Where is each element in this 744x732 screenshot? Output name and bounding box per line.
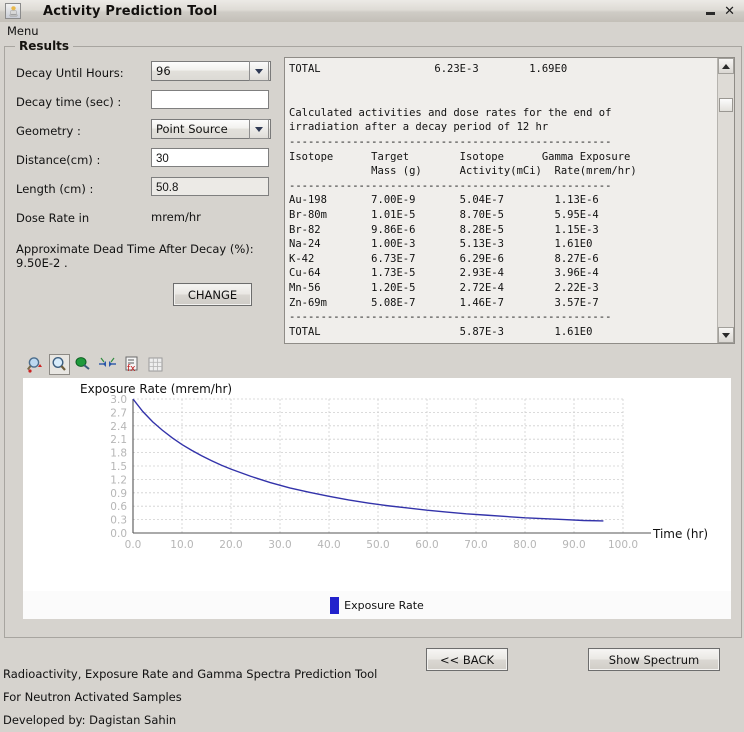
chevron-down-icon[interactable]	[249, 61, 269, 81]
field-label: Decay time (sec) :	[16, 95, 122, 109]
footer-line-1: Radioactivity, Exposure Rate and Gamma S…	[3, 667, 378, 681]
chart-canvas[interactable]: 0.00.30.60.91.21.51.82.12.42.73.00.0 10.0…	[23, 378, 731, 591]
window-controls: ✕	[706, 5, 744, 18]
decay-until-hours-value: 96	[156, 64, 171, 78]
x-axis-tick-label: 100.0	[608, 539, 638, 551]
window-title: Activity Prediction Tool	[43, 3, 218, 19]
footer-line-2: For Neutron Activated Samples	[3, 690, 182, 704]
java-cup-glyph	[9, 6, 18, 17]
length-input[interactable]	[151, 177, 269, 196]
change-button[interactable]: CHANGE	[173, 283, 252, 306]
field-label: Distance(cm) :	[16, 153, 101, 167]
y-axis-tick-label: 1.2	[110, 474, 127, 486]
x-axis-title: Time (hr)	[652, 527, 708, 541]
y-axis-tick-label: 0.6	[110, 501, 127, 513]
fit-width-icon[interactable]	[97, 354, 118, 375]
field-label: Decay Until Hours:	[16, 66, 124, 80]
legend-label-exposure-rate: Exposure Rate	[344, 598, 424, 612]
x-axis-tick-label: 70.0	[464, 539, 487, 551]
results-scrollbar[interactable]	[717, 58, 734, 343]
close-button[interactable]: ✕	[724, 5, 735, 18]
results-textarea-container: TOTAL 6.23E-3 1.69E0 Calculated activiti…	[284, 57, 735, 344]
x-axis-tick-label: 40.0	[317, 539, 340, 551]
field-label: Geometry :	[16, 124, 81, 138]
decay-until-hours-combo[interactable]: 96	[151, 61, 271, 81]
scroll-up-arrow-icon[interactable]	[718, 58, 734, 74]
minimize-button[interactable]	[706, 12, 716, 15]
field-dose-rate-unit: Dose Rate in mrem/hr	[13, 206, 277, 235]
exposure-rate-chart[interactable]: 0.0 0.3 0.6 0.9 1.2 1.5 1.8 2.1 2.4 2.7 3.0 0.0 10.0…	[23, 378, 731, 591]
dose-rate-label: Dose Rate in	[16, 211, 90, 225]
decay-time-input[interactable]	[151, 90, 269, 109]
grid-table-icon[interactable]	[145, 354, 166, 375]
field-decay-until-hours: Decay Until Hours: 96	[13, 61, 277, 90]
geometry-value: Point Source	[156, 122, 228, 136]
menu-bar: Menu	[0, 22, 744, 40]
y-axis-tick-label: 1.5	[110, 461, 127, 473]
pan-hand-icon[interactable]	[73, 354, 94, 375]
dose-rate-unit-value: mrem/hr	[151, 210, 201, 224]
results-textarea[interactable]: TOTAL 6.23E-3 1.69E0 Calculated activiti…	[285, 58, 717, 343]
chart-series-line	[132, 398, 604, 522]
distance-input[interactable]	[151, 148, 269, 167]
field-distance: Distance(cm) :	[13, 148, 277, 177]
x-axis-tick-label: 0.0	[125, 539, 142, 551]
results-panel-legend: Results	[15, 39, 74, 53]
chart-legend: Exposure Rate	[23, 591, 731, 619]
x-axis-tick-label: 30.0	[268, 539, 291, 551]
x-axis-tick-label: 20.0	[219, 539, 242, 551]
scrollbar-thumb[interactable]	[719, 98, 733, 112]
x-axis-tick-label: 10.0	[170, 539, 193, 551]
app-window: Activity Prediction Tool ✕ Menu Results …	[0, 0, 744, 732]
footer-line-3: Developed by: Dagistan Sahin	[3, 713, 177, 727]
x-axis-tick-label: 60.0	[415, 539, 438, 551]
y-axis-tick-label: 2.7	[110, 407, 127, 419]
java-cup-icon	[5, 3, 21, 19]
results-panel: Results Decay Until Hours: 96 Decay time…	[4, 39, 742, 671]
y-axis-tick-label: 2.1	[110, 434, 127, 446]
scroll-down-arrow-icon[interactable]	[718, 327, 734, 343]
zoom-in-icon[interactable]	[25, 354, 46, 375]
x-axis-tick-label: 50.0	[366, 539, 389, 551]
chevron-down-icon[interactable]	[249, 119, 269, 139]
dead-time-note: Approximate Dead Time After Decay (%): 9…	[16, 242, 254, 270]
menu-item-menu[interactable]: Menu	[0, 23, 44, 39]
chart-toolbar: fx	[25, 351, 166, 377]
field-decay-time: Decay time (sec) :	[13, 90, 277, 119]
clear-axis-icon[interactable]: fx	[121, 354, 142, 375]
title-bar: Activity Prediction Tool ✕	[0, 0, 744, 23]
field-label: Length (cm) :	[16, 182, 94, 196]
x-axis-tick-label: 80.0	[513, 539, 536, 551]
geometry-combo[interactable]: Point Source	[151, 119, 271, 139]
parameters-form: Decay Until Hours: 96 Decay time (sec) :…	[13, 61, 277, 306]
y-axis-tick-label: 0.3	[110, 515, 127, 527]
legend-swatch-exposure-rate	[330, 596, 340, 614]
field-geometry: Geometry : Point Source	[13, 119, 277, 148]
field-length: Length (cm) :	[13, 177, 277, 206]
y-axis-tick-label: 1.8	[110, 448, 127, 460]
y-axis-tick-label: 2.4	[110, 421, 127, 433]
zoom-box-icon[interactable]	[49, 353, 70, 375]
x-axis-tick-label: 90.0	[562, 539, 585, 551]
svg-text:fx: fx	[127, 364, 136, 374]
y-axis-tick-label: 0.9	[110, 488, 127, 500]
y-axis-title: Exposure Rate (mrem/hr)	[80, 382, 232, 396]
